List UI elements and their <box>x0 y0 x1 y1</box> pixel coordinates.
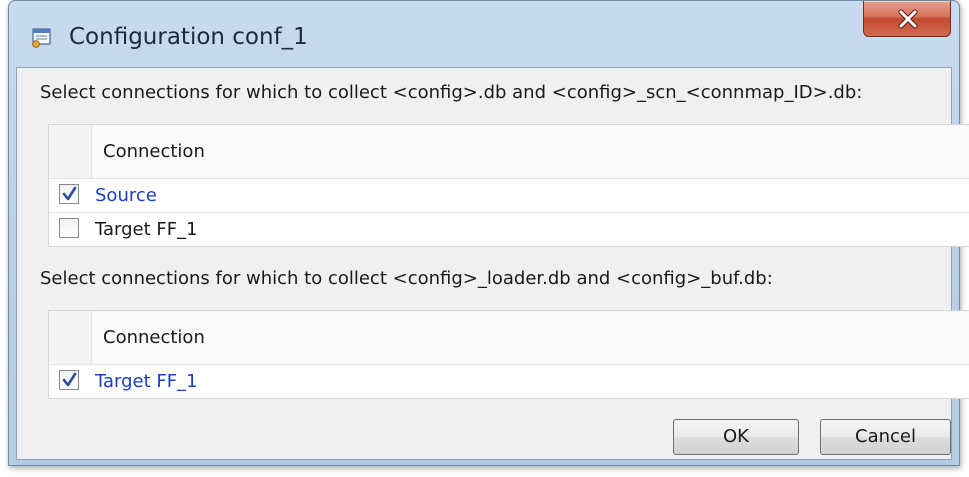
config-window-icon <box>31 26 53 48</box>
section2-connections-grid: Connection Target FF_1 <box>48 310 969 399</box>
section1-instruction: Select connections for which to collect … <box>40 82 863 103</box>
section2-instruction: Select connections for which to collect … <box>40 268 773 289</box>
checkmark-icon <box>62 372 77 387</box>
connection-name[interactable]: Target FF_1 <box>95 371 198 392</box>
section1-connections-grid: Connection Source Target FF_1 <box>48 124 969 247</box>
target-ff-1-checkbox[interactable] <box>59 218 79 238</box>
configuration-dialog: Configuration conf_1 Select connections … <box>8 0 969 466</box>
checkbox-column-header <box>49 125 92 178</box>
source-checkbox[interactable] <box>59 184 79 204</box>
close-button[interactable] <box>863 1 951 37</box>
title-bar[interactable]: Configuration conf_1 <box>9 1 959 67</box>
section2-grid-header: Connection <box>49 311 969 365</box>
ok-button[interactable]: OK <box>673 419 799 455</box>
window-title: Configuration conf_1 <box>69 24 308 50</box>
connection-name[interactable]: Source <box>95 185 157 206</box>
table-row[interactable]: Source <box>49 179 969 213</box>
section1-grid-header: Connection <box>49 125 969 179</box>
connection-name[interactable]: Target FF_1 <box>95 219 198 240</box>
close-icon <box>897 9 919 29</box>
target-ff-1-loader-checkbox[interactable] <box>59 370 79 390</box>
checkbox-column-header <box>49 311 92 364</box>
cancel-button[interactable]: Cancel <box>820 419 951 455</box>
table-row[interactable]: Target FF_1 <box>49 213 969 246</box>
connection-column-header[interactable]: Connection <box>103 327 205 348</box>
checkmark-icon <box>62 186 77 201</box>
table-row[interactable]: Target FF_1 <box>49 365 969 398</box>
dialog-content: Select connections for which to collect … <box>16 67 969 460</box>
connection-column-header[interactable]: Connection <box>103 141 205 162</box>
